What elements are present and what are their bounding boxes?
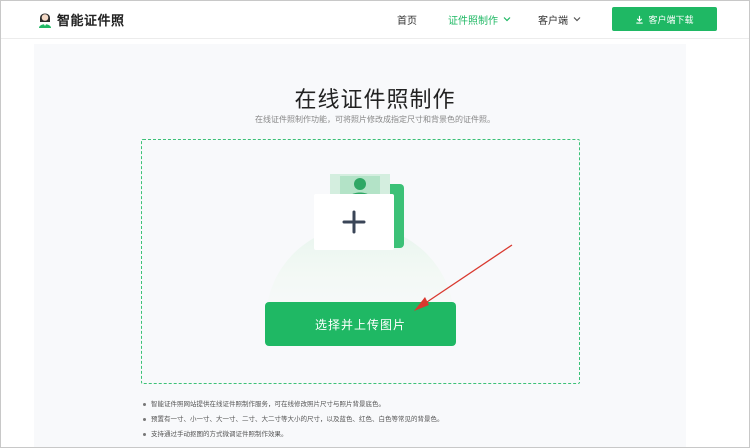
page-subtitle: 在线证件照制作功能，可将照片修改成指定尺寸和背景色的证件照。 [255,115,495,124]
client-download-button[interactable]: 客户端下载 [612,7,717,31]
download-icon [636,15,644,24]
client-download-label: 客户端下载 [648,15,694,26]
person-avatar-icon [39,13,51,28]
nav-client[interactable]: 客户端 [538,1,582,37]
list-item: 支持通过手动抠图的方式微调证件照制作效果。 [142,427,602,442]
nav-home[interactable]: 首页 [397,1,417,37]
logo-text: 智能证件照 [57,13,125,29]
chevron-down-icon [573,17,581,22]
select-upload-image-button[interactable]: 选择并上传图片 [265,302,456,346]
top-header: 智能证件照 首页 证件照制作 客户端 客户端下载 [1,1,749,39]
list-item: 预置有一寸、小一寸、大一寸、二寸、大二寸等大小的尺寸，以及蓝色、红色、白色等常见… [142,412,602,427]
id-photo-plus-icon [314,174,404,250]
nav-photo-make[interactable]: 证件照制作 [448,1,512,37]
select-upload-image-label: 选择并上传图片 [314,317,406,332]
page-title: 在线证件照制作 [294,88,456,113]
logo[interactable]: 智能证件照 [37,9,125,29]
chevron-down-icon [503,17,511,22]
nav-home-label: 首页 [397,15,417,27]
feature-notes: 智能证件照网站提供在线证件照制作服务，可在线修改照片尺寸与照片背景底色。 预置有… [142,397,602,442]
nav-client-label: 客户端 [538,15,568,27]
nav-photo-make-label: 证件照制作 [448,15,498,27]
list-item: 智能证件照网站提供在线证件照制作服务，可在线修改照片尺寸与照片背景底色。 [142,397,602,412]
